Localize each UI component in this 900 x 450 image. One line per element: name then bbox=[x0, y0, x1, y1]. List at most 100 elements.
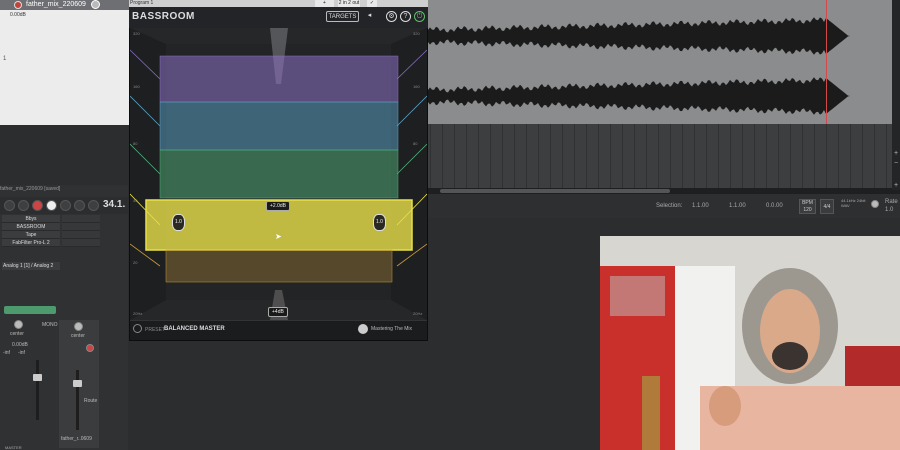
send-level-bar[interactable] bbox=[4, 306, 56, 314]
playhead-marker bbox=[826, 0, 827, 124]
fx-slot-empty[interactable] bbox=[62, 239, 100, 247]
room-graphic bbox=[130, 28, 427, 320]
horizontal-scroll-thumb[interactable] bbox=[440, 189, 670, 193]
track-fader-handle[interactable] bbox=[33, 374, 42, 381]
mouse-cursor-icon: ➤ bbox=[275, 232, 282, 241]
host-checkbox[interactable]: ✓ bbox=[367, 0, 377, 7]
track-fader-track[interactable] bbox=[36, 360, 39, 420]
track-strip-name: father_r..0609 bbox=[61, 436, 92, 442]
track-header[interactable] bbox=[0, 0, 130, 125]
route-label[interactable]: Route bbox=[84, 398, 97, 404]
zoom-in-horizontal-icon[interactable]: + bbox=[892, 182, 900, 189]
grid-line bbox=[850, 124, 851, 190]
side-mark-20hz-right: 20Hz bbox=[413, 311, 423, 316]
band-20[interactable] bbox=[165, 249, 393, 283]
grid-line bbox=[814, 124, 815, 190]
selection-start[interactable]: 1.1.00 bbox=[692, 203, 709, 209]
brand-name: Mastering The Mix bbox=[371, 326, 413, 332]
band-40-q-left-handle[interactable]: 1.0 bbox=[172, 214, 185, 231]
grid-line bbox=[862, 124, 863, 190]
speaker-icon[interactable]: ◂ bbox=[364, 11, 375, 22]
settings-icon[interactable]: ⚙ bbox=[386, 11, 397, 22]
grid-line bbox=[550, 124, 551, 190]
targets-button[interactable]: TARGETS bbox=[326, 11, 359, 22]
bpm-box[interactable]: BPM 120 bbox=[799, 199, 816, 214]
track-name[interactable]: father_mix_220609 bbox=[26, 0, 86, 10]
fx-slot-empty[interactable] bbox=[62, 215, 100, 223]
time-signature-box[interactable]: 4/4 bbox=[820, 199, 834, 214]
grid-line bbox=[766, 124, 767, 190]
selection-end[interactable]: 1.1.00 bbox=[729, 203, 746, 209]
zoom-in-icon[interactable]: + bbox=[892, 150, 900, 157]
grid-line bbox=[502, 124, 503, 190]
pause-button[interactable] bbox=[88, 200, 99, 211]
rate-value[interactable]: 1.0 bbox=[885, 207, 893, 213]
grid-line bbox=[478, 124, 479, 190]
grid-line bbox=[622, 124, 623, 190]
go-to-start-icon[interactable] bbox=[4, 200, 15, 211]
frequency-bands bbox=[145, 55, 413, 283]
help-icon[interactable]: ? bbox=[400, 11, 411, 22]
grid-line bbox=[826, 124, 827, 190]
band-20-gain[interactable]: +4dB bbox=[268, 307, 288, 317]
band-80[interactable] bbox=[159, 149, 399, 199]
selection-length[interactable]: 0.0.00 bbox=[766, 203, 783, 209]
grid-line bbox=[742, 124, 743, 190]
master-fader-handle[interactable] bbox=[73, 380, 82, 387]
fx-slot[interactable]: Bbys bbox=[2, 215, 60, 223]
band-40-gain[interactable]: +2.0dB bbox=[266, 201, 290, 211]
fx-slot[interactable]: Tape bbox=[2, 231, 60, 239]
host-io-button[interactable]: 2 in 2 out bbox=[338, 0, 360, 7]
pan-knob[interactable] bbox=[14, 320, 23, 329]
side-mark-160-right: 160 bbox=[413, 84, 420, 89]
zoom-out-icon[interactable]: − bbox=[892, 160, 900, 167]
grid-line bbox=[574, 124, 575, 190]
volume-knob[interactable] bbox=[91, 0, 100, 9]
master-pan-label: center bbox=[71, 333, 85, 339]
fx-slot[interactable]: FabFilter Pro-L 2 bbox=[2, 239, 60, 247]
plugin-title: BASSROOM bbox=[132, 11, 195, 22]
fx-slot-empty[interactable] bbox=[62, 231, 100, 239]
band-40-q-right-handle[interactable]: 1.0 bbox=[373, 214, 386, 231]
side-mark-80-right: 80 bbox=[413, 141, 418, 146]
go-to-end-icon[interactable] bbox=[18, 200, 29, 211]
repeat-icon[interactable] bbox=[60, 200, 71, 211]
grid-line bbox=[586, 124, 587, 190]
power-icon[interactable]: ⏻ bbox=[414, 11, 425, 22]
record-arm-icon[interactable] bbox=[14, 1, 22, 9]
bass-room-display[interactable]: 320 160 80 40 20 20Hz 320 160 80 20Hz +2… bbox=[130, 28, 427, 320]
band-320[interactable] bbox=[159, 55, 399, 103]
master-fader-track[interactable] bbox=[76, 370, 79, 430]
band-160[interactable] bbox=[159, 101, 399, 151]
selection-label: Selection: bbox=[656, 203, 683, 209]
fx-chain[interactable]: Bbys BASSROOM Tape FabFilter Pro-L 2 bbox=[2, 215, 100, 248]
pan-label: center bbox=[10, 331, 24, 337]
master-pan-knob[interactable] bbox=[74, 322, 83, 331]
mono-label[interactable]: MONO bbox=[42, 322, 58, 328]
host-preset-dropdown[interactable]: Program 1 bbox=[130, 0, 153, 7]
grid-line bbox=[754, 124, 755, 190]
track-number: 1 bbox=[3, 56, 7, 62]
side-mark-320: 320 bbox=[133, 31, 140, 36]
grid-line bbox=[874, 124, 875, 190]
stop-button[interactable] bbox=[74, 200, 85, 211]
project-tab[interactable]: father_mix_220609 [saved] bbox=[0, 186, 60, 192]
format-label[interactable]: 44.1kHz 24bit WAV bbox=[841, 198, 867, 208]
record-button[interactable] bbox=[32, 200, 43, 211]
fx-slot[interactable]: BASSROOM bbox=[2, 223, 60, 231]
grid-line bbox=[562, 124, 563, 190]
grid-line bbox=[490, 124, 491, 190]
rate-knob[interactable] bbox=[871, 200, 879, 208]
fx-slot-empty[interactable] bbox=[62, 223, 100, 231]
preset-name[interactable]: BALANCED MASTER bbox=[164, 326, 225, 332]
play-button[interactable] bbox=[46, 200, 57, 211]
grid-line bbox=[514, 124, 515, 190]
grid-line bbox=[634, 124, 635, 190]
input-selector[interactable]: Analog 1 [1] / Analog 2 bbox=[2, 262, 60, 270]
plugin-host-bar bbox=[129, 0, 428, 7]
waveform bbox=[428, 17, 900, 115]
master-record-icon[interactable] bbox=[86, 344, 94, 352]
grid-line bbox=[454, 124, 455, 190]
preset-icon[interactable] bbox=[133, 324, 142, 333]
host-param-button[interactable]: + Param bbox=[315, 0, 334, 13]
